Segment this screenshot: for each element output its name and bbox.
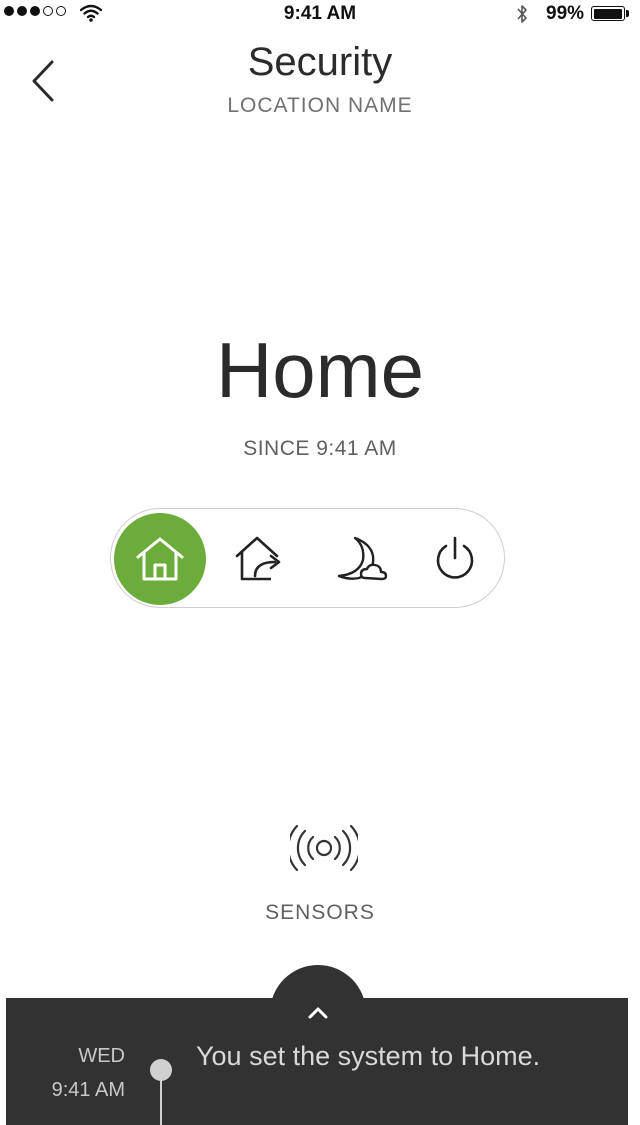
battery-nub — [626, 10, 629, 17]
off-mode-button[interactable] — [409, 513, 501, 605]
home-icon — [136, 537, 184, 581]
status-time: 9:41 AM — [283, 3, 357, 24]
battery-percent: 99% — [546, 3, 585, 24]
sensor-broadcast-icon[interactable] — [290, 822, 358, 874]
power-icon — [436, 536, 474, 579]
timeline-dot — [150, 1059, 172, 1081]
chevron-up-icon[interactable] — [306, 1004, 330, 1020]
activity-time: 9:41 AM — [51, 1079, 125, 1101]
away-icon — [235, 536, 281, 581]
activity-day: WED — [78, 1045, 125, 1067]
timeline-line — [160, 1080, 162, 1125]
mode-since: SINCE 9:41 AM — [243, 437, 397, 460]
page-title: Security — [247, 40, 393, 84]
activity-message: You set the system to Home. — [196, 1041, 541, 1071]
status-bar: 9:41 AM 99% — [0, 0, 640, 28]
battery-icon — [591, 6, 625, 21]
home-mode-button[interactable] — [114, 513, 206, 605]
night-mode-button[interactable] — [314, 513, 406, 605]
night-icon — [337, 536, 388, 581]
current-mode: Home — [215, 326, 425, 414]
bluetooth-icon — [517, 5, 527, 23]
sensors-label[interactable]: SENSORS — [0, 901, 640, 925]
away-mode-button[interactable] — [215, 513, 307, 605]
mode-selector — [110, 508, 505, 608]
location-name: LOCATION NAME — [227, 94, 413, 117]
